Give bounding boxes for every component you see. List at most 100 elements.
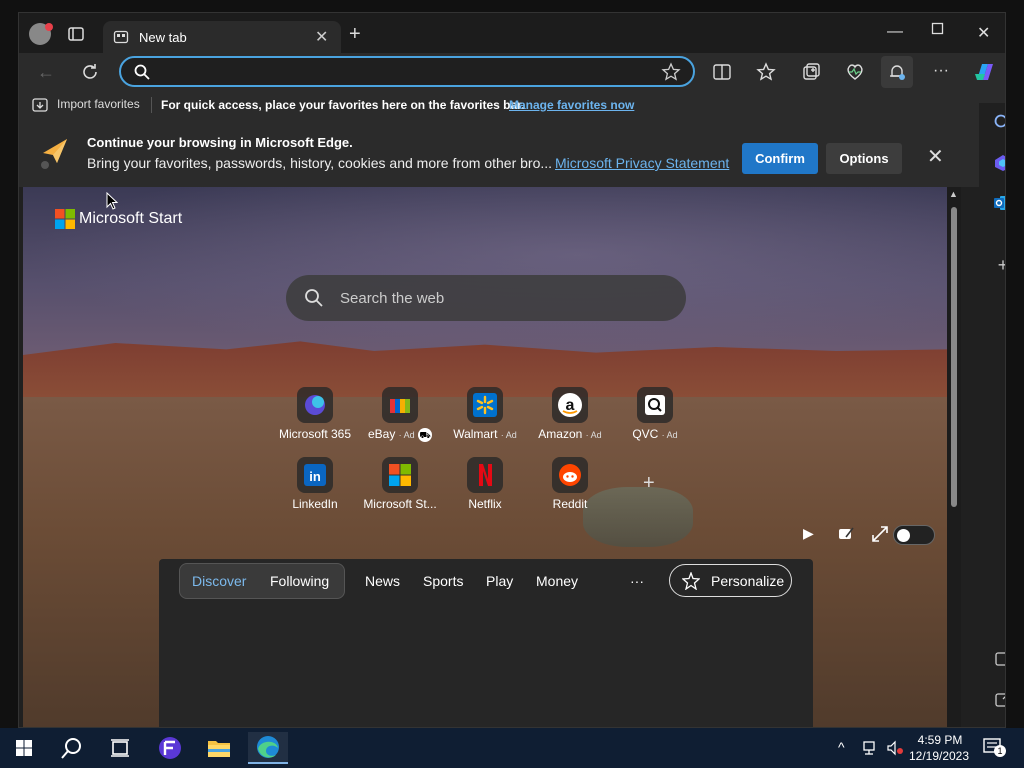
notifications-button[interactable] — [881, 56, 913, 88]
tab-title: New tab — [139, 30, 187, 45]
app-launcher-icon[interactable] — [150, 732, 190, 764]
scroll-up-icon[interactable]: ▲ — [949, 189, 958, 199]
new-tab-button[interactable]: + — [349, 24, 361, 44]
fullscreen-icon[interactable] — [871, 525, 889, 543]
close-window-button[interactable]: ✕ — [977, 23, 990, 43]
tab-new-tab[interactable]: New tab ✕ — [103, 21, 341, 53]
browser-essentials-icon[interactable] — [845, 62, 865, 82]
infobar-body: Bring your favorites, passwords, history… — [87, 155, 553, 171]
tab-news[interactable]: News — [365, 573, 400, 589]
address-input[interactable] — [157, 62, 657, 82]
tab-sports[interactable]: Sports — [423, 573, 463, 589]
qvc-icon — [637, 387, 673, 423]
toggle-knob — [897, 529, 910, 542]
edge-window: New tab ✕ + — ✕ ← ··· Import favorites F… — [18, 12, 1006, 728]
ad-badge: · Ad — [398, 430, 415, 440]
sparkle-star-icon — [682, 572, 700, 590]
clock-time[interactable]: 4:59 PM — [912, 733, 968, 747]
toolbar: ← ··· — [19, 53, 1005, 91]
clock-date[interactable]: 12/19/2023 — [906, 749, 972, 763]
privacy-statement-link[interactable]: Microsoft Privacy Statement — [555, 155, 729, 171]
quick-link-ebay[interactable]: eBay · Ad ⛟ — [357, 387, 443, 457]
web-search-box[interactable] — [286, 275, 686, 321]
add-shortcut-button[interactable]: + — [643, 472, 655, 495]
mouse-cursor-icon — [106, 192, 118, 210]
more-tabs-button[interactable]: ··· — [630, 573, 644, 589]
quick-link-walmart[interactable]: Walmart · Ad — [442, 387, 528, 457]
address-bar[interactable] — [119, 56, 695, 87]
tab-money[interactable]: Money — [536, 573, 578, 589]
quick-link-reddit[interactable]: Reddit — [527, 457, 613, 527]
search-taskbar-icon[interactable] — [52, 732, 92, 764]
scroll-thumb[interactable] — [951, 207, 957, 507]
reddit-icon — [552, 457, 588, 493]
add-sidebar-app-icon[interactable]: + — [993, 255, 1005, 275]
quick-link-amazon[interactable]: a Amazon · Ad — [527, 387, 613, 457]
open-external-icon[interactable] — [993, 689, 1006, 709]
file-explorer-icon[interactable] — [199, 732, 239, 764]
confirm-button[interactable]: Confirm — [742, 143, 818, 174]
start-windows-icon[interactable] — [4, 732, 44, 764]
options-button[interactable]: Options — [826, 143, 902, 174]
copilot-icon[interactable] — [972, 60, 996, 84]
page-scrollbar[interactable]: ▲ — [947, 187, 961, 727]
tab-discover[interactable]: Discover — [192, 573, 246, 589]
back-button[interactable]: ← — [35, 61, 57, 83]
volume-muted-icon[interactable] — [886, 740, 904, 756]
search-sidebar-icon[interactable] — [993, 113, 1006, 133]
quick-link-linkedin[interactable]: in LinkedIn — [272, 457, 358, 527]
svg-text:in: in — [309, 469, 321, 484]
personalize-button[interactable]: Personalize — [669, 564, 792, 597]
tab-play[interactable]: Play — [486, 573, 513, 589]
edit-background-icon[interactable] — [837, 525, 855, 543]
play-background-icon[interactable]: ▶ — [803, 525, 821, 543]
ad-badge: · Ad — [661, 430, 678, 440]
quick-link-qvc[interactable]: QVC · Ad — [612, 387, 698, 457]
settings-more-icon[interactable]: ··· — [933, 62, 953, 82]
collections-icon[interactable] — [801, 62, 821, 82]
import-favorites-icon — [32, 98, 48, 112]
import-infobar: Continue your browsing in Microsoft Edge… — [19, 119, 1005, 187]
split-screen-icon[interactable] — [712, 62, 732, 82]
amazon-icon: a — [552, 387, 588, 423]
network-icon[interactable] — [862, 740, 880, 756]
add-favorite-star-icon[interactable] — [661, 62, 681, 82]
quick-link-microsoft-365[interactable]: Microsoft 365 — [272, 387, 358, 457]
quick-link-netflix[interactable]: Netflix — [442, 457, 528, 527]
microsoft-start-brand[interactable]: Microsoft Start — [79, 210, 182, 228]
microsoft-logo-icon — [55, 209, 75, 229]
hide-sidebar-icon[interactable] — [993, 649, 1006, 669]
import-favorites-button[interactable]: Import favorites — [57, 97, 140, 111]
favorites-icon[interactable] — [756, 62, 776, 82]
new-tab-page-icon — [113, 30, 129, 44]
edge-taskbar-button[interactable] — [248, 732, 288, 764]
notification-center-button[interactable]: 1 — [982, 736, 1006, 758]
shopping-cart-icon: ⛟ — [418, 428, 433, 442]
tile-label: eBay — [367, 427, 396, 441]
minimize-button[interactable]: — — [887, 23, 903, 41]
page-settings-toggle[interactable] — [893, 525, 935, 545]
favorites-bar-message: For quick access, place your favorites h… — [161, 98, 525, 112]
task-view-icon[interactable] — [100, 732, 140, 764]
walmart-icon — [467, 387, 503, 423]
web-search-input[interactable] — [340, 288, 660, 308]
microsoft-365-icon — [297, 387, 333, 423]
manage-favorites-link[interactable]: Manage favorites now — [509, 98, 634, 112]
refresh-button[interactable] — [79, 61, 101, 83]
maximize-button[interactable] — [931, 22, 945, 36]
edge-sidebar: + — [979, 103, 1006, 727]
outlook-icon[interactable] — [993, 193, 1006, 213]
infobar-close-icon[interactable]: ✕ — [927, 147, 944, 167]
quick-link-microsoft-store[interactable]: Microsoft St... — [357, 457, 443, 527]
edge-icon — [257, 736, 279, 758]
tab-actions-icon[interactable] — [67, 25, 85, 43]
copilot-designer-icon[interactable] — [993, 153, 1006, 173]
tab-following[interactable]: Following — [270, 573, 329, 589]
favorites-bar: Import favorites For quick access, place… — [19, 91, 1005, 119]
ad-badge: · Ad — [585, 430, 602, 440]
tab-close-icon[interactable]: ✕ — [315, 27, 328, 47]
bell-icon — [890, 65, 905, 80]
ad-badge: · Ad — [500, 430, 517, 440]
svg-text:a: a — [566, 397, 575, 414]
show-hidden-icons-chevron-icon[interactable]: ^ — [838, 739, 845, 755]
